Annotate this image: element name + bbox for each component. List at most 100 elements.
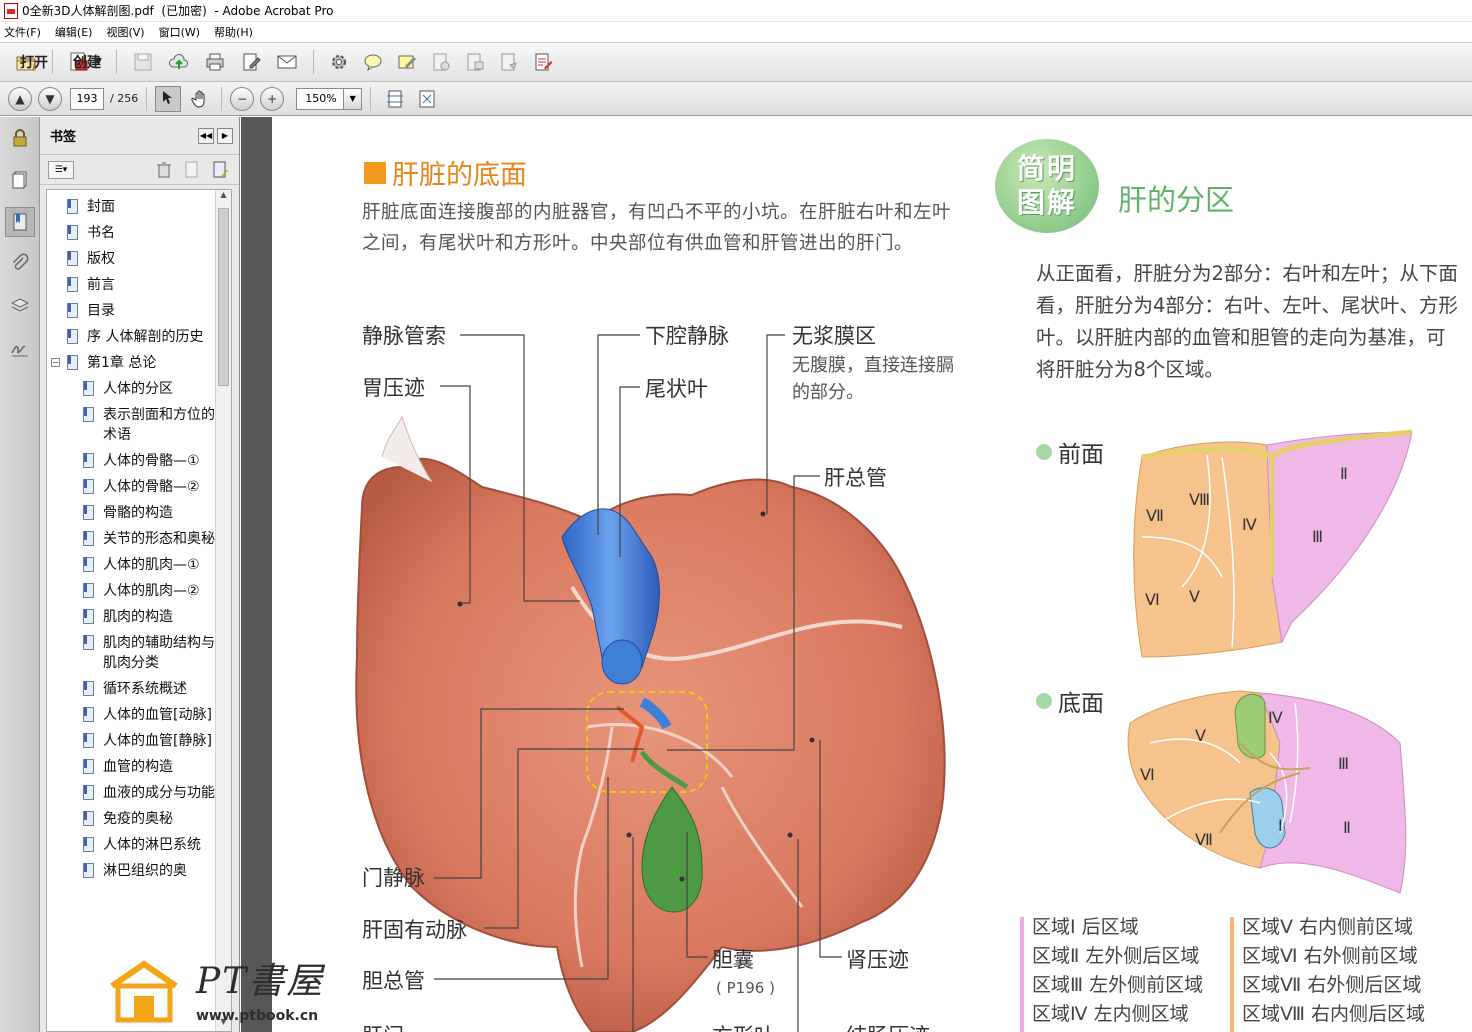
bottom-segment-numeral: Ⅴ — [1195, 728, 1206, 745]
bookmark-item[interactable]: 前言 — [47, 272, 215, 298]
full-screen-icon[interactable] — [415, 87, 439, 111]
bottom-segment-numeral: Ⅵ — [1140, 767, 1155, 784]
bottom-segment-numeral: Ⅱ — [1343, 820, 1351, 837]
collapse-panel-button[interactable]: ◀◀ — [198, 127, 214, 144]
open-button[interactable]: 打开 — [8, 47, 48, 77]
bookmark-item[interactable]: 人体的骨骼—① — [47, 448, 215, 474]
lock-icon[interactable] — [5, 123, 35, 153]
next-page-button[interactable]: ▼ — [38, 86, 62, 111]
new-bookmark-icon[interactable] — [181, 159, 203, 181]
bookmark-icon — [83, 583, 95, 598]
print-icon[interactable] — [203, 50, 227, 74]
bookmark-item[interactable]: 肌肉的构造 — [47, 604, 215, 630]
bookmark-item[interactable]: 人体的肌肉—① — [47, 552, 215, 578]
legend-item: 区域Ⅴ 右内侧前区域 — [1242, 916, 1414, 938]
collapse-toggle-icon[interactable]: − — [51, 358, 60, 367]
menu-help[interactable]: 帮助(H) — [214, 24, 253, 40]
pdf-page: 肝脏的底面 肝脏底面连接腹部的内脏器官，有凹凸不平的小坑。在肝脏右叶和左叶之间，… — [272, 117, 1472, 1032]
toolbar-separator — [146, 86, 148, 111]
bookmark-label: 人体的血管[静脉] — [103, 733, 212, 749]
bookmark-item[interactable]: 表示剖面和方位的术语 — [47, 402, 215, 448]
menu-view[interactable]: 视图(V) — [106, 24, 144, 40]
bookmark-icon — [83, 811, 95, 826]
email-icon[interactable] — [275, 50, 299, 74]
create-button[interactable]: 创建 ▼ — [61, 47, 108, 77]
bookmarks-icon[interactable] — [5, 207, 35, 237]
bookmark-label: 骨骼的构造 — [103, 505, 173, 521]
select-tool-button[interactable] — [155, 85, 182, 112]
label-bare-area: 无浆膜区 — [792, 324, 876, 348]
layers-icon[interactable] — [5, 291, 35, 321]
zoom-out-button[interactable]: − — [230, 86, 255, 111]
secure-document-icon[interactable] — [429, 50, 453, 74]
bookmarks-scrollbar[interactable]: ▲ ▼ — [215, 190, 231, 1031]
bookmark-item[interactable]: 人体的淋巴系统 — [47, 832, 215, 858]
legend-item: 区域Ⅶ 右外侧后区域 — [1242, 974, 1422, 996]
bookmark-item[interactable]: 目录 — [47, 298, 215, 324]
comment-icon[interactable] — [361, 50, 385, 74]
scrollbar-thumb[interactable] — [218, 208, 229, 386]
label-hilum-cut: 肝门 — [362, 1020, 404, 1032]
bookmark-item[interactable]: 封面 — [47, 194, 215, 220]
zoom-dropdown[interactable]: ▼ — [344, 87, 363, 110]
bookmark-label: 人体的肌肉—① — [103, 557, 200, 573]
bookmark-item[interactable]: 人体的骨骼—② — [47, 474, 215, 500]
open-label: 打开 — [20, 55, 48, 71]
bookmark-item[interactable]: 血液的成分与功能 — [47, 780, 215, 806]
bookmark-label: 人体的骨骼—② — [103, 479, 200, 495]
hand-tool-icon[interactable] — [189, 87, 213, 111]
bookmark-item[interactable]: 序 人体解剖的历史 — [47, 324, 215, 350]
side-paragraph: 从正面看，肝脏分为2部分：右叶和左叶；从下面看，肝脏分为4部分：右叶、左叶、尾状… — [1036, 262, 1458, 381]
review-document-icon[interactable] — [497, 50, 521, 74]
page-number-input[interactable]: 193 — [70, 87, 104, 110]
bookmark-item[interactable]: 人体的肌肉—② — [47, 578, 215, 604]
bookmark-item[interactable]: 肌肉的辅助结构与肌肉分类 — [47, 630, 215, 676]
cloud-upload-icon[interactable] — [167, 50, 191, 74]
pages-icon[interactable] — [5, 165, 35, 195]
bookmark-item[interactable]: 血管的构造 — [47, 754, 215, 780]
bookmark-item[interactable]: − 第1章 总论 — [47, 350, 215, 376]
bookmark-item[interactable]: 人体的分区 — [47, 376, 215, 402]
sign-document-icon[interactable] — [463, 50, 487, 74]
menu-file[interactable]: 文件(F) — [4, 24, 41, 40]
bookmark-item[interactable]: 骨骼的构造 — [47, 500, 215, 526]
bookmark-item[interactable]: 人体的血管[动脉] — [47, 702, 215, 728]
signatures-icon[interactable] — [5, 333, 35, 363]
bookmark-item[interactable]: 书名 — [47, 220, 215, 246]
form-edit-icon[interactable] — [531, 50, 555, 74]
main-toolbar: 打开 创建 ▼ — [0, 42, 1472, 82]
scroll-up-icon[interactable]: ▲ — [216, 190, 231, 204]
label-gastric-impression: 胃压迹 — [362, 376, 425, 400]
previous-page-button[interactable]: ▲ — [8, 86, 32, 111]
bookmark-options-button[interactable]: ☰▾ — [48, 160, 74, 179]
cursor-icon — [160, 89, 176, 108]
trash-icon[interactable] — [153, 159, 175, 181]
zoom-input[interactable]: 150% — [296, 87, 345, 110]
label-ivc: 下腔静脉 — [645, 324, 729, 348]
edit-document-icon[interactable] — [239, 50, 263, 74]
menu-edit[interactable]: 编辑(E) — [55, 24, 93, 40]
badge-line-1: 简明 — [1016, 152, 1077, 185]
bookmarks-panel: 书签 ◀◀ ▶ ☰▾ 封面 书名 版权 前言 目录序 人体解剖的历史 − 第1章 总论 人体的… — [40, 117, 240, 1032]
front-segment-numeral: Ⅵ — [1145, 592, 1160, 609]
bookmark-item[interactable]: 版权 — [47, 246, 215, 272]
bookmark-item[interactable]: 循环系统概述 — [47, 676, 215, 702]
gear-icon[interactable] — [327, 50, 351, 74]
highlight-icon[interactable] — [395, 50, 419, 74]
bookmark-label: 循环系统概述 — [103, 681, 187, 697]
bookmark-item[interactable]: 人体的血管[静脉] — [47, 728, 215, 754]
bookmark-item[interactable]: 关节的形态和奥秘 — [47, 526, 215, 552]
fit-page-icon[interactable] — [383, 87, 407, 111]
zoom-in-button[interactable]: + — [260, 86, 285, 111]
menu-window[interactable]: 窗口(W) — [159, 24, 200, 40]
bookmark-item[interactable]: 免疫的奥秘 — [47, 806, 215, 832]
front-view-label: 前面 — [1036, 435, 1104, 469]
legend-item: 区域Ⅷ 右内侧后区域 — [1242, 1003, 1426, 1025]
save-icon[interactable] — [131, 50, 155, 74]
front-segment-numeral: Ⅷ — [1189, 492, 1210, 509]
panel-menu-button[interactable]: ▶ — [217, 127, 233, 144]
label-renal-impression: 肾压迹 — [846, 948, 909, 972]
bookmark-item[interactable]: 淋巴组织的奥 — [47, 858, 215, 884]
bookmark-properties-icon[interactable] — [209, 159, 231, 181]
attachment-icon[interactable] — [5, 249, 35, 279]
